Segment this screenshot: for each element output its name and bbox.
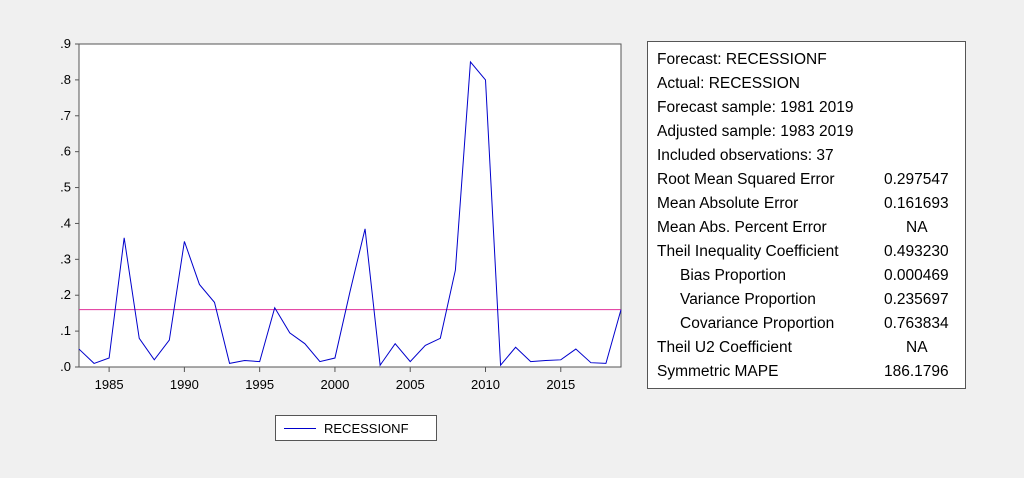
y-tick-label: .8: [60, 72, 71, 87]
stat-value: 0.000469: [884, 267, 949, 284]
stat-row: Theil U2 Coefficient NA: [648, 336, 965, 360]
stat-row: Mean Abs. Percent Error NA: [648, 216, 965, 240]
y-tick-label: .3: [60, 251, 71, 266]
legend: RECESSIONF: [275, 415, 437, 441]
y-tick-label: .5: [60, 180, 71, 195]
stat-header-line: Actual: RECESSION: [657, 75, 800, 92]
stat-header-line: Forecast sample: 1981 2019: [657, 99, 854, 116]
y-axis: .0 .1 .2 .3 .4 .5 .6 .7 .8 .9: [60, 36, 79, 374]
stat-row: Mean Absolute Error 0.161693: [648, 192, 965, 216]
x-tick-label: 2000: [320, 377, 349, 392]
x-tick-label: 1995: [245, 377, 274, 392]
x-tick-label: 2005: [396, 377, 425, 392]
stat-row: Bias Proportion 0.000469: [648, 264, 965, 288]
y-tick-label: .6: [60, 144, 71, 159]
stat-row: Covariance Proportion 0.763834: [648, 312, 965, 336]
stat-label: Covariance Proportion: [680, 315, 835, 332]
y-tick-label: .0: [60, 359, 71, 374]
stat-value: 0.493230: [884, 243, 949, 260]
stat-value: NA: [906, 339, 928, 356]
y-tick-label: .2: [60, 287, 71, 302]
stat-label: Root Mean Squared Error: [657, 171, 835, 188]
stat-value: 0.763834: [884, 315, 949, 332]
stat-value: 0.161693: [884, 195, 949, 212]
x-axis: 1985 1990 1995 2000 2005 2010 2015: [95, 367, 575, 392]
stat-row: Symmetric MAPE 186.1796: [648, 360, 965, 384]
stat-row: Theil Inequality Coefficient 0.493230: [648, 240, 965, 264]
stat-row: Root Mean Squared Error 0.297547: [648, 168, 965, 192]
y-tick-label: .7: [60, 108, 71, 123]
stat-label: Bias Proportion: [680, 267, 786, 284]
forecast-stats-panel: Forecast: RECESSIONF Actual: RECESSION F…: [647, 41, 966, 389]
stat-label: Symmetric MAPE: [657, 363, 779, 380]
stat-header-line: Forecast: RECESSIONF: [657, 51, 827, 68]
stat-value: 186.1796: [884, 363, 949, 380]
y-tick-label: .1: [60, 323, 71, 338]
stat-value: NA: [906, 219, 928, 236]
y-tick-label: .9: [60, 36, 71, 51]
x-tick-label: 2015: [546, 377, 575, 392]
x-tick-label: 2010: [471, 377, 500, 392]
legend-swatch: [284, 427, 316, 429]
x-tick-label: 1990: [170, 377, 199, 392]
stat-rows: Root Mean Squared Error 0.297547 Mean Abso…: [648, 168, 965, 384]
plot-area: [78, 43, 622, 368]
stat-label: Theil Inequality Coefficient: [657, 243, 839, 260]
stat-label: Mean Abs. Percent Error: [657, 219, 827, 236]
stat-header-line: Included observations: 37: [657, 147, 834, 164]
stat-value: 0.297547: [884, 171, 949, 188]
x-tick-label: 1985: [95, 377, 124, 392]
stat-header-line: Adjusted sample: 1983 2019: [657, 123, 854, 140]
stat-label: Theil U2 Coefficient: [657, 339, 792, 356]
y-tick-label: .4: [60, 215, 71, 230]
stat-label: Mean Absolute Error: [657, 195, 799, 212]
legend-label: RECESSIONF: [324, 420, 409, 436]
stat-label: Variance Proportion: [680, 291, 816, 308]
stat-value: 0.235697: [884, 291, 949, 308]
stat-row: Variance Proportion 0.235697: [648, 288, 965, 312]
